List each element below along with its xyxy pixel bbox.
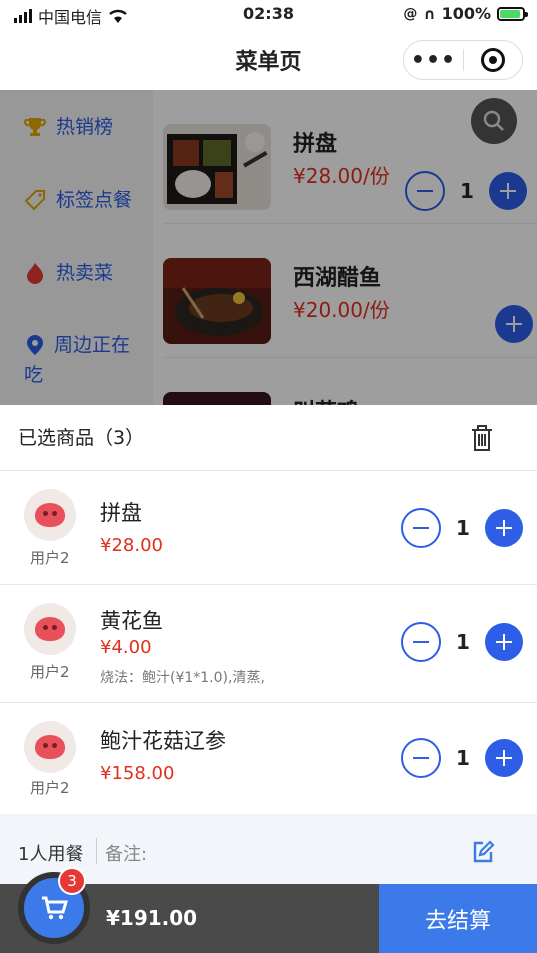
cart-item: 用户2 鲍汁花菇辽参 ¥158.00 1: [0, 703, 537, 814]
battery-percent: 100%: [441, 4, 491, 23]
decrease-button[interactable]: [401, 738, 441, 778]
increase-button[interactable]: [485, 623, 523, 661]
cart-title: 已选商品（3）: [18, 427, 145, 449]
qty-stepper: 1: [401, 508, 523, 548]
battery-icon: [497, 6, 528, 21]
cart-icon: [42, 896, 68, 920]
cart-item: 用户2 拼盘 ¥28.00 1: [0, 471, 537, 585]
item-name: 鲍汁花菇辽参: [100, 729, 226, 753]
item-qty: 1: [456, 516, 470, 540]
close-target-button[interactable]: [464, 48, 522, 72]
trash-icon[interactable]: [469, 423, 495, 453]
minus-icon: [413, 641, 429, 643]
qty-stepper: 1: [401, 622, 523, 662]
item-name: 拼盘: [100, 501, 142, 525]
orientation-lock-icon: @: [403, 5, 418, 22]
nav-bar: 菜单页 •••: [0, 30, 537, 90]
edit-icon[interactable]: [471, 840, 495, 864]
cart-panel: 已选商品（3） 用户2 拼盘 ¥28.00 1 用户2 黄花鱼 ¥4.00 烧法…: [0, 405, 537, 953]
item-price: ¥28.00: [100, 535, 163, 556]
increase-button[interactable]: [485, 509, 523, 547]
item-price: ¥158.00: [100, 763, 175, 784]
user-name: 用户2: [30, 779, 70, 797]
cart-header: 已选商品（3）: [0, 405, 537, 471]
user-name: 用户2: [30, 663, 70, 681]
mini-program-capsule: •••: [403, 40, 523, 80]
item-name: 黄花鱼: [100, 609, 163, 633]
decrease-button[interactable]: [401, 622, 441, 662]
qty-stepper: 1: [401, 738, 523, 778]
item-price: ¥4.00: [100, 637, 152, 658]
avatar: [24, 721, 76, 773]
cart-count-badge: 3: [58, 867, 86, 895]
diners-selector[interactable]: 1人用餐: [18, 840, 83, 866]
user-name: 用户2: [30, 549, 70, 567]
decrease-button[interactable]: [401, 508, 441, 548]
item-note: 烧法：鲍汁(¥1*1.0),清蒸,: [100, 670, 265, 686]
status-bar: 中国电信 02:38 @ ∩ 100%: [0, 0, 537, 30]
minus-icon: [413, 527, 429, 529]
remark-input[interactable]: 备注:: [105, 840, 147, 866]
headphones-icon: ∩: [423, 4, 436, 23]
screen: 中国电信 02:38 @ ∩ 100% 菜单页 ••• 热销榜 标签点餐 热卖菜…: [0, 0, 537, 953]
target-icon: [480, 48, 505, 72]
avatar: [24, 489, 76, 541]
more-dots-icon[interactable]: •••: [404, 48, 463, 73]
total-price: ¥191.00: [106, 906, 198, 930]
item-qty: 1: [456, 630, 470, 654]
modal-overlay[interactable]: [0, 90, 537, 405]
item-qty: 1: [456, 746, 470, 770]
increase-button[interactable]: [485, 739, 523, 777]
avatar: [24, 603, 76, 655]
minus-icon: [413, 757, 429, 759]
cart-item: 用户2 黄花鱼 ¥4.00 烧法：鲍汁(¥1*1.0),清蒸, 1: [0, 585, 537, 703]
checkout-button[interactable]: 去结算: [379, 884, 537, 953]
